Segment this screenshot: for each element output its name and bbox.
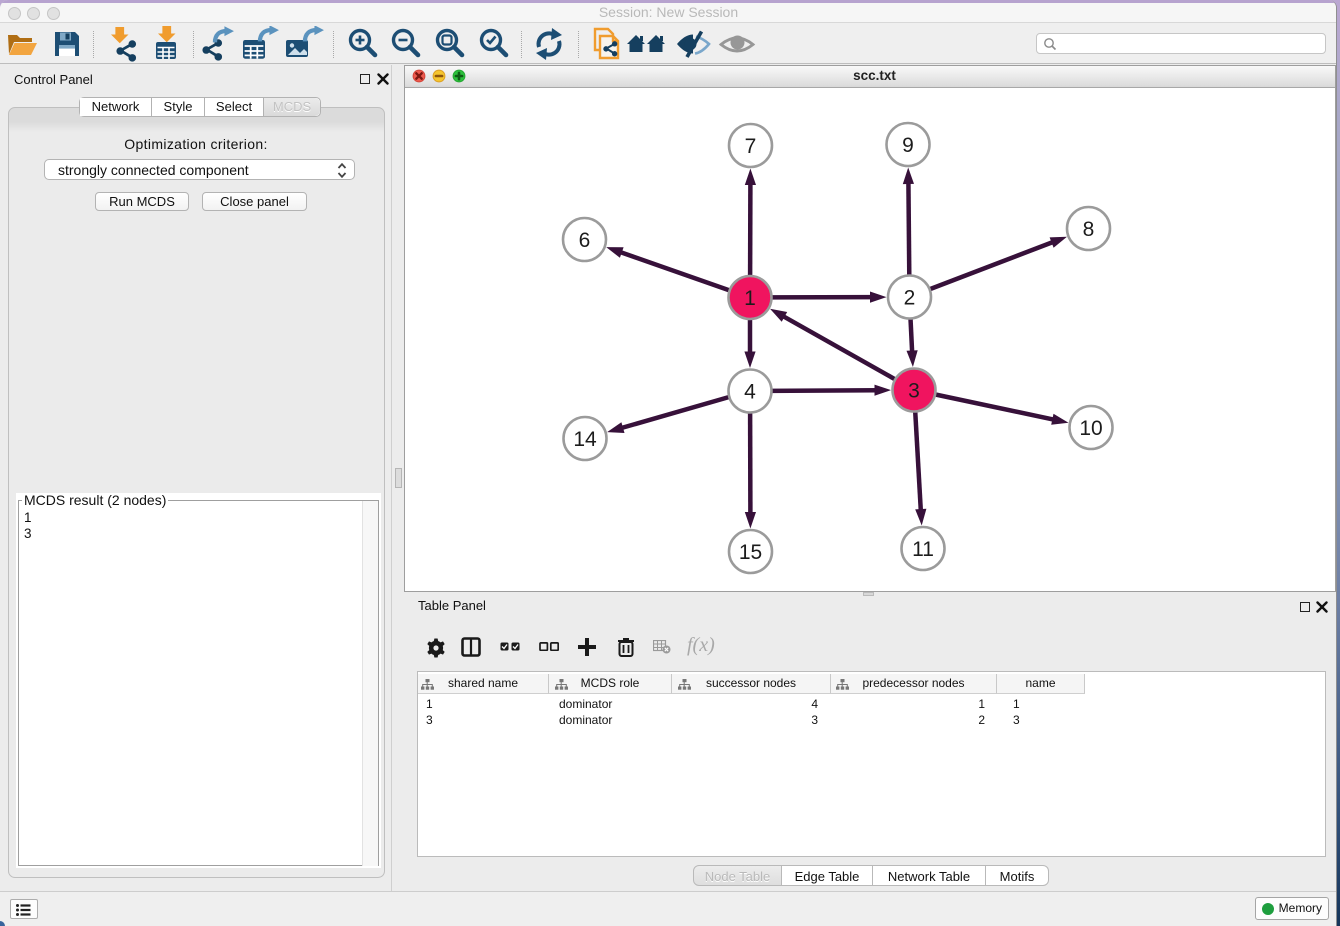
svg-text:8: 8 [1083, 218, 1095, 241]
svg-text:11: 11 [912, 538, 934, 561]
svg-text:7: 7 [745, 135, 757, 158]
svg-text:4: 4 [744, 381, 756, 404]
svg-text:10: 10 [1079, 417, 1102, 440]
svg-text:3: 3 [908, 380, 920, 403]
svg-text:14: 14 [573, 428, 597, 451]
svg-text:9: 9 [902, 134, 914, 157]
svg-text:1: 1 [744, 287, 756, 310]
svg-text:6: 6 [579, 229, 591, 252]
svg-text:2: 2 [904, 287, 916, 310]
svg-text:15: 15 [739, 541, 762, 564]
